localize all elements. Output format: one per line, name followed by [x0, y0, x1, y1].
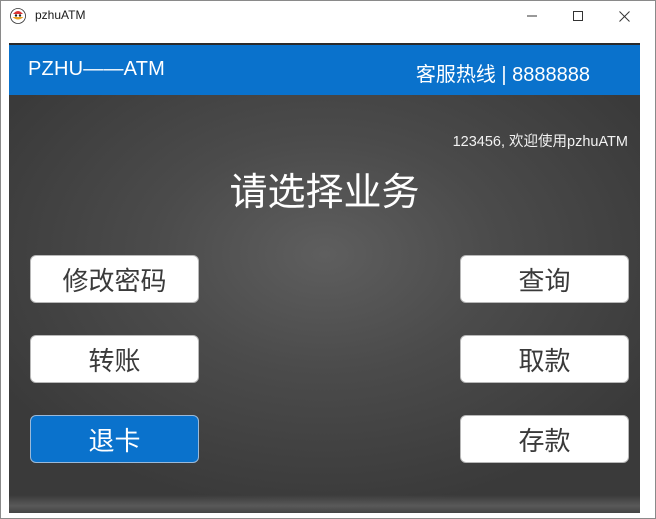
close-icon — [618, 10, 630, 22]
brand-label: PZHU——ATM — [28, 58, 165, 80]
maximize-button[interactable] — [555, 1, 601, 31]
page-title: 请选择业务 — [229, 170, 420, 214]
minimize-icon — [527, 15, 537, 17]
eject-card-button[interactable]: 退卡 — [30, 415, 199, 463]
bottom-glow — [9, 495, 640, 513]
close-button[interactable] — [601, 1, 647, 31]
atm-panel: PZHU——ATM 客服热线 | 8888888 123456, 欢迎使用pzh… — [9, 43, 640, 513]
title-bar[interactable]: pzhuATM — [1, 1, 655, 31]
change-password-button[interactable]: 修改密码 — [30, 255, 199, 303]
query-button[interactable]: 查询 — [460, 255, 629, 303]
hotline-label: 客服热线 | 8888888 — [415, 64, 590, 86]
deposit-button[interactable]: 存款 — [460, 415, 629, 463]
app-window: pzhuATM PZHU——ATM 客服热线 | 8888888 123456,… — [0, 0, 656, 519]
header-bar: PZHU——ATM 客服热线 | 8888888 — [9, 45, 640, 95]
welcome-message: 123456, 欢迎使用pzhuATM — [452, 134, 628, 150]
window-title: pzhuATM — [35, 8, 86, 22]
withdraw-button[interactable]: 取款 — [460, 335, 629, 383]
app-logo-icon — [10, 8, 26, 24]
transfer-button[interactable]: 转账 — [30, 335, 199, 383]
maximize-icon — [573, 11, 583, 21]
minimize-button[interactable] — [509, 1, 555, 31]
